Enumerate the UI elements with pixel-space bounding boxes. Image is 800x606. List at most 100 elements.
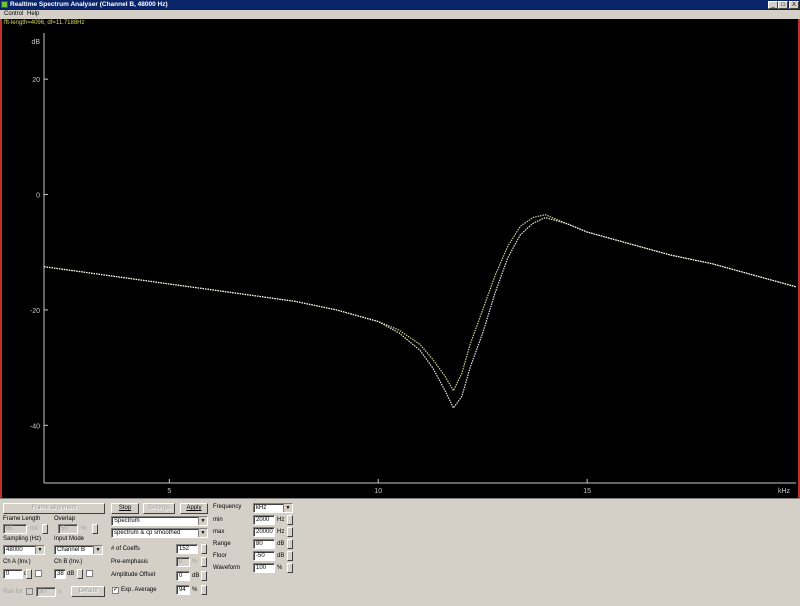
display-mode-select[interactable]: Spectrum ▼ [111, 516, 208, 526]
menu-bar: Control Help [0, 10, 800, 19]
coeffs-label: # of Coeffs [111, 546, 140, 552]
default-button[interactable]: Default [71, 586, 105, 597]
stop-button[interactable]: Stop [111, 503, 139, 514]
maximize-button[interactable]: □ [778, 1, 788, 9]
y-tick-label: -20 [30, 308, 40, 315]
waveform-input[interactable]: 100 [253, 563, 275, 573]
title-bar: Realtime Spectrum Analyser (Channel B, 4… [0, 0, 800, 10]
coeffs-input[interactable]: 152 [176, 544, 198, 554]
spectrum-plot[interactable]: dB kHz 20 0 -20 -40 5 10 15 [0, 19, 800, 498]
exp-average-spinner[interactable] [201, 585, 207, 595]
range-spinner[interactable] [287, 539, 293, 549]
floor-unit: dB [277, 553, 285, 559]
exp-average-input[interactable]: 94 [176, 585, 190, 595]
chevron-down-icon: ▼ [93, 546, 102, 554]
ch-a-input[interactable]: 0 [3, 569, 23, 579]
waveform-spinner[interactable] [287, 563, 293, 573]
ch-a-label: Ch A (Inv.) [3, 559, 31, 565]
sampling-select[interactable]: 48000 ▼ [3, 545, 45, 555]
min-spinner[interactable] [287, 515, 293, 525]
smoothing-mode-value: spectrum & cp smoothed [114, 530, 181, 536]
floor-spinner[interactable] [287, 551, 293, 561]
exp-average-label: Exp. Average [121, 587, 157, 593]
overlap-unit: % [81, 526, 87, 532]
run-for-unit: s [58, 589, 61, 595]
apply-button[interactable]: Apply [180, 503, 208, 514]
run-for-checkbox[interactable] [26, 588, 33, 595]
min-input[interactable]: 2000 [253, 515, 275, 525]
y-axis-unit: dB [31, 39, 40, 46]
frame-length-spinner[interactable] [42, 524, 48, 534]
amplitude-offset-unit: dB [192, 573, 200, 579]
y-tick-label: -40 [30, 423, 40, 430]
pre-emphasis-input[interactable]: 0 [176, 557, 190, 567]
pre-emphasis-spinner[interactable] [201, 557, 207, 567]
max-input[interactable]: 20000 [253, 527, 275, 537]
waveform-unit: % [277, 565, 283, 571]
chevron-down-icon: ▼ [198, 529, 207, 537]
app-icon [1, 1, 8, 8]
amplitude-offset-spinner[interactable] [201, 571, 207, 581]
max-spinner[interactable] [287, 527, 293, 537]
spectrum-series-1 [43, 214, 797, 392]
amplitude-offset-input[interactable]: 0 [176, 571, 190, 581]
range-unit: dB [277, 541, 285, 547]
x-tick-label: 10 [374, 488, 382, 495]
floor-label: Floor [213, 553, 227, 559]
waveform-label: Waveform [213, 565, 241, 571]
max-label: max [213, 529, 225, 535]
frequency-unit-value: kHz [256, 505, 267, 511]
y-tick-label: 20 [32, 77, 40, 84]
frame-length-label: Frame Length [3, 516, 41, 522]
control-panel: Frame alignment Frame Length 85 ms Overl… [0, 498, 800, 606]
window-title: Realtime Spectrum Analyser (Channel B, 4… [10, 1, 168, 8]
amplitude-offset-label: Amplitude Offset [111, 572, 156, 578]
run-for-input[interactable]: 30 [36, 587, 56, 597]
menu-control[interactable]: Control [4, 10, 23, 19]
frame-length-unit: ms [30, 526, 38, 532]
exp-average-unit: % [192, 587, 198, 593]
smoothing-mode-select[interactable]: spectrum & cp smoothed ▼ [111, 528, 208, 538]
frame-alignment-button[interactable]: Frame alignment [3, 503, 105, 514]
frame-length-input[interactable]: 85 [3, 524, 27, 534]
ch-b-label: Ch B (Inv.) [54, 559, 83, 565]
coeffs-spinner[interactable] [201, 544, 207, 554]
menu-help[interactable]: Help [27, 10, 39, 19]
ch-b-unit: dB [67, 571, 75, 577]
x-axis-unit: kHz [778, 488, 791, 495]
range-input[interactable]: 80 [253, 539, 275, 549]
floor-input[interactable]: -50 [253, 551, 275, 561]
x-tick-label: 15 [583, 488, 591, 495]
fft-info: fft-length=4096, df=11.7188Hz [4, 20, 85, 26]
spectrum-chart: dB kHz 20 0 -20 -40 5 10 15 [0, 19, 800, 498]
exp-average-checkbox[interactable]: ✓ [112, 587, 119, 594]
min-unit: Hz [277, 517, 285, 523]
ch-b-input[interactable]: 38 [54, 569, 66, 579]
overlap-label: Overlap [54, 516, 76, 522]
overlap-input[interactable]: 50 [58, 524, 78, 534]
display-mode-value: Spectrum [114, 518, 140, 524]
overlap-spinner[interactable] [92, 524, 98, 534]
x-tick-label: 5 [167, 488, 171, 495]
ch-b-invert-checkbox[interactable] [86, 570, 93, 577]
chevron-down-icon: ▼ [35, 546, 44, 554]
ch-a-spinner[interactable] [26, 569, 32, 579]
sampling-label: Sampling (Hz) [3, 536, 42, 542]
ch-a-invert-checkbox[interactable] [35, 570, 42, 577]
chevron-down-icon: ▼ [283, 504, 292, 512]
close-button[interactable]: X [789, 1, 799, 9]
y-tick-label: 0 [36, 193, 40, 200]
max-unit: Hz [277, 529, 285, 535]
pre-emphasis-label: Pre-emphasis [111, 559, 149, 565]
input-mode-select[interactable]: Channel B ▼ [54, 545, 103, 555]
minimize-button[interactable]: _ [768, 1, 778, 9]
chevron-down-icon: ▼ [198, 517, 207, 525]
range-label: Range [213, 541, 231, 547]
ch-b-spinner[interactable] [77, 569, 83, 579]
settings-button[interactable]: Settings [143, 503, 175, 514]
frequency-unit-select[interactable]: kHz ▼ [253, 503, 293, 513]
sampling-value: 48000 [6, 547, 23, 553]
pre-emphasis-unit: % [192, 559, 198, 565]
frequency-label: Frequency [213, 504, 242, 510]
min-label: min [213, 517, 223, 523]
